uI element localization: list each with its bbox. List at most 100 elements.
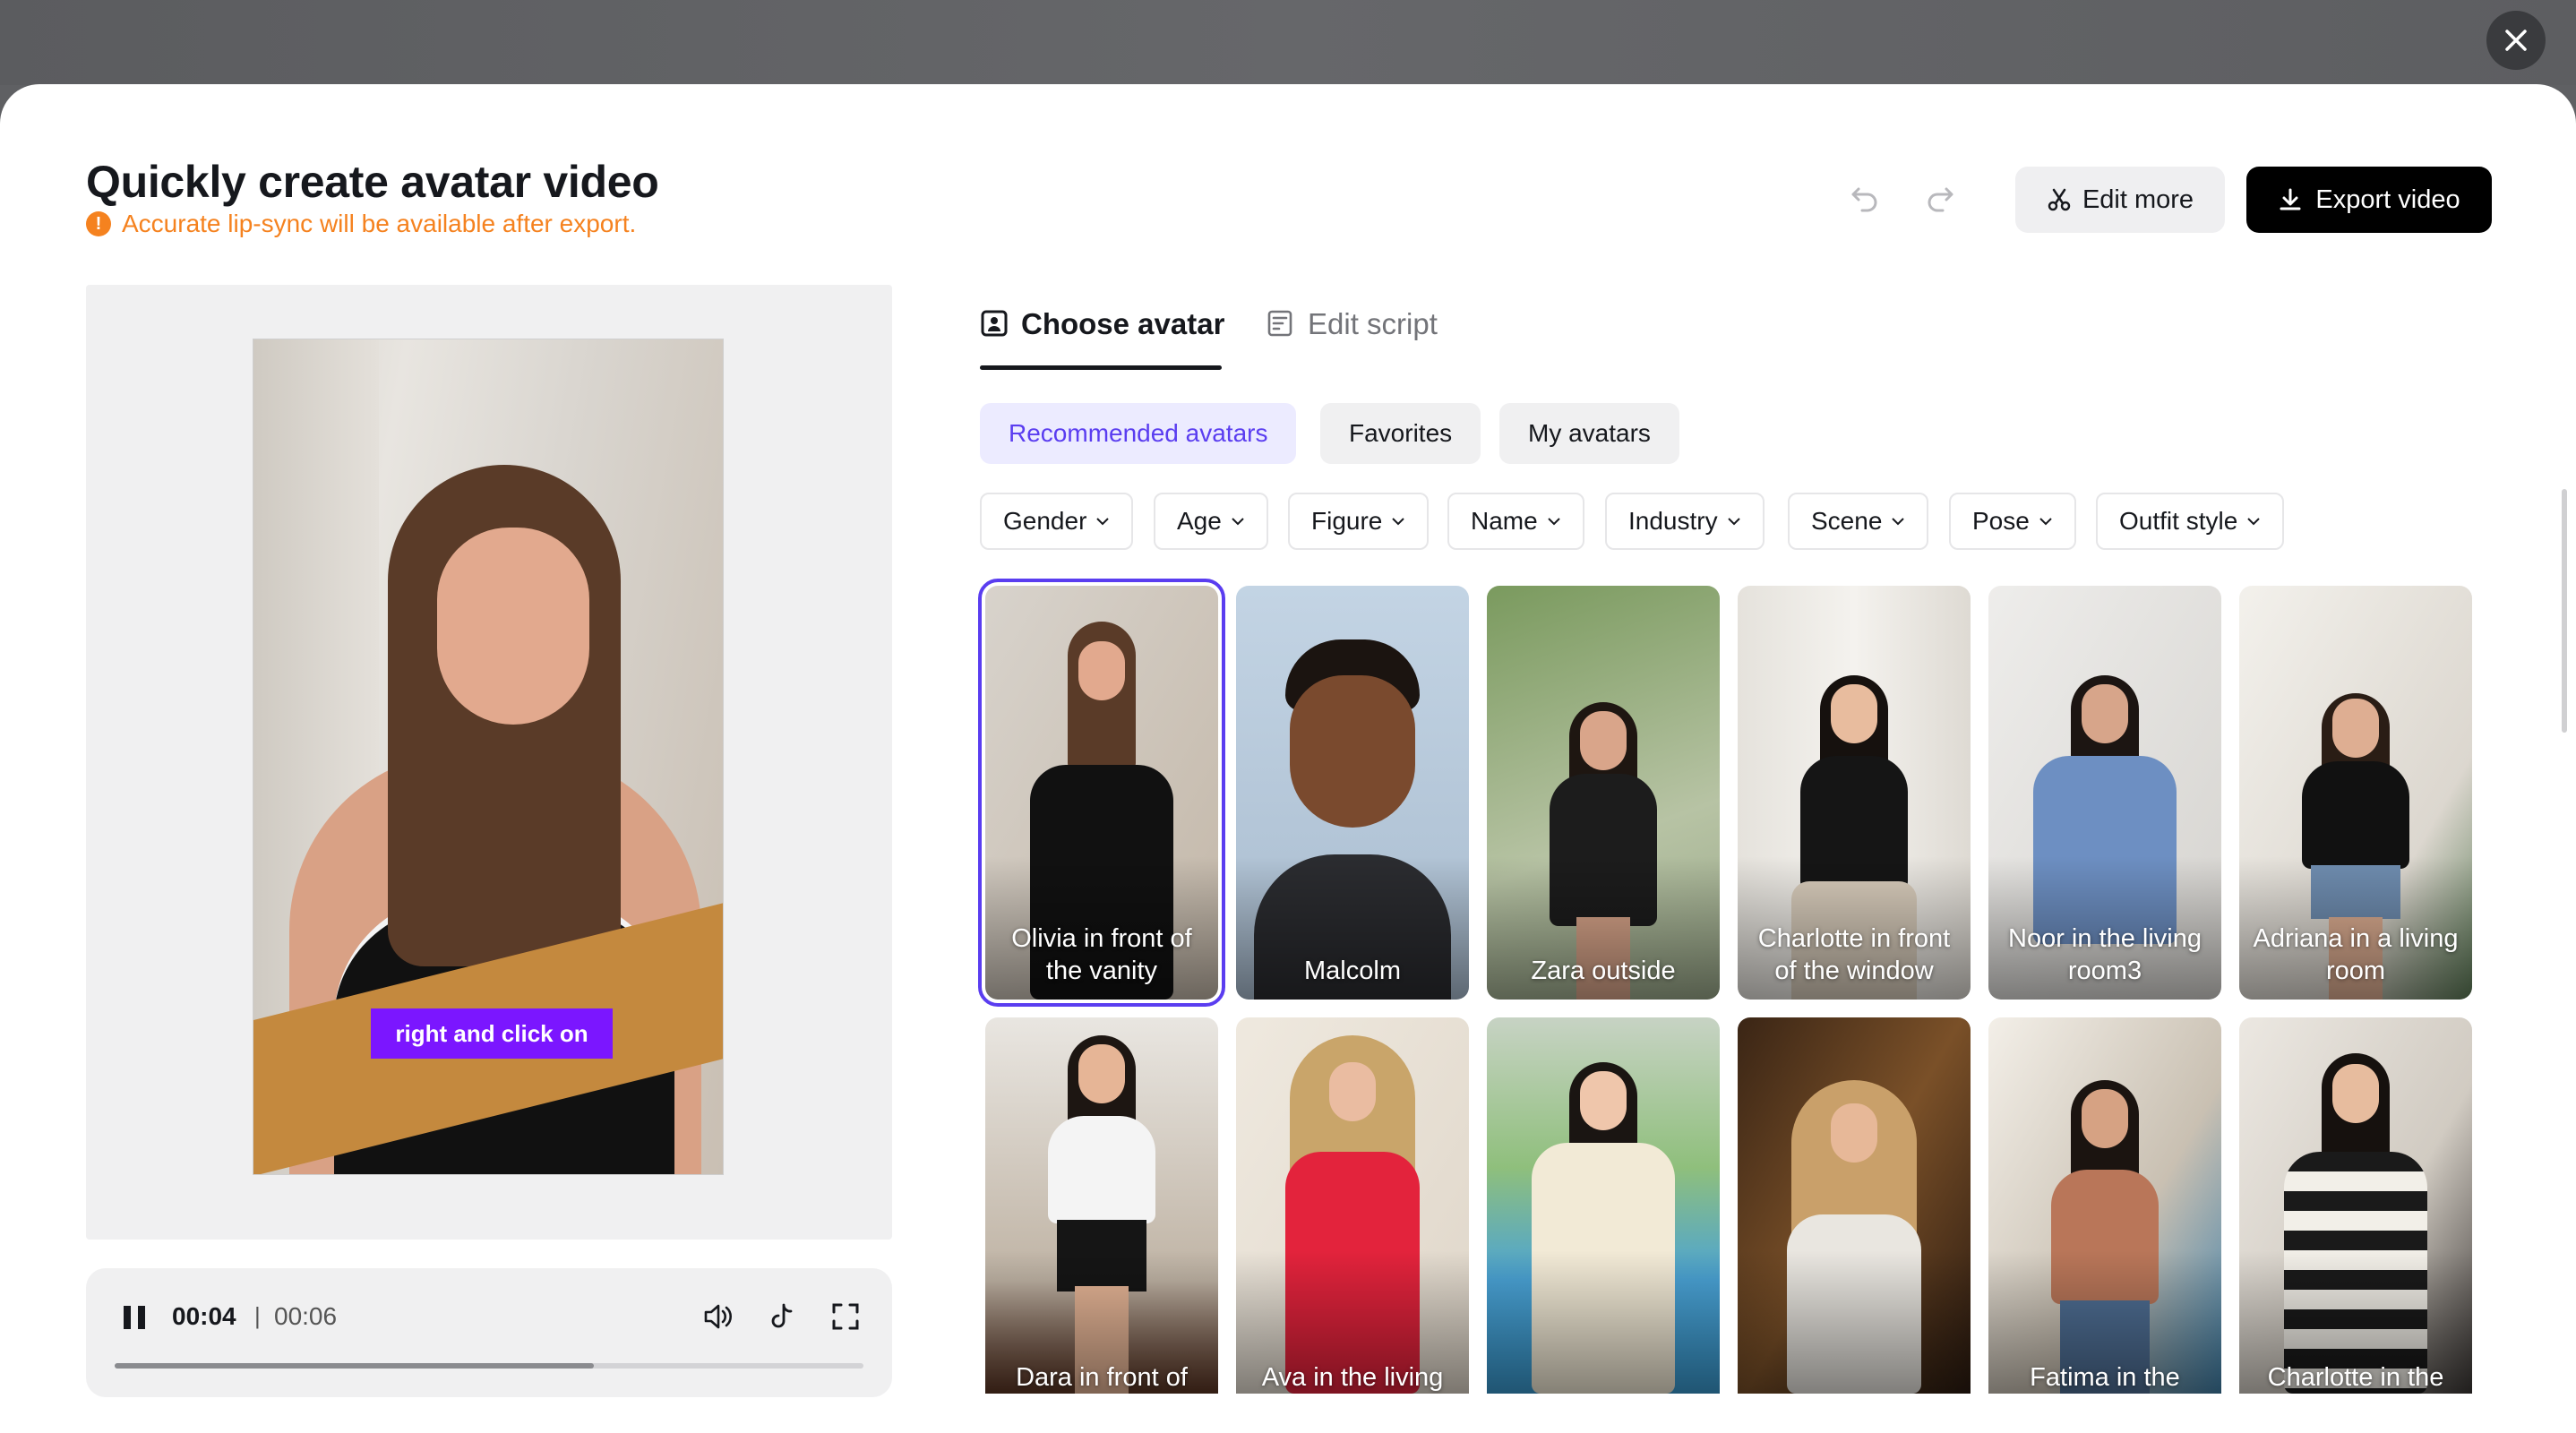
filter-label: Age xyxy=(1177,507,1222,535)
tab-choose-avatar[interactable]: Choose avatar xyxy=(980,292,1224,356)
filter-industry[interactable]: Industry xyxy=(1605,493,1765,550)
avatar-card-noor[interactable]: Noor in the living room3 xyxy=(1988,586,2221,1000)
undo-button[interactable] xyxy=(1845,177,1885,217)
avatar-card-charlotte-window[interactable]: Charlotte in front of the window xyxy=(1738,586,1971,1000)
avatar-thumb-face xyxy=(2082,1089,2128,1148)
avatar-card-label: Adriana in a living room xyxy=(2253,924,2459,985)
export-label: Export video xyxy=(2315,184,2460,214)
avatar-thumb-face xyxy=(1290,675,1415,828)
avatar-card-olivia[interactable]: Olivia in front of the vanity xyxy=(978,579,1225,1007)
avatar-thumb-face xyxy=(1831,1103,1877,1163)
card-shade xyxy=(1738,1250,1971,1394)
avatar-card-label: Olivia in front of the vanity xyxy=(1011,924,1192,985)
edit-more-button[interactable]: Edit more xyxy=(2015,167,2225,233)
avatar-card-label: Malcolm xyxy=(1304,957,1401,985)
avatar-card-pool[interactable] xyxy=(1487,1017,1720,1394)
chevron-down-icon xyxy=(1892,518,1905,526)
chevron-down-icon xyxy=(1727,518,1740,526)
redo-button[interactable] xyxy=(1920,177,1960,217)
avatar-thumb-face xyxy=(2332,1064,2379,1123)
avatar-thumb-face xyxy=(2082,684,2128,743)
progress-fill xyxy=(115,1363,595,1369)
avatar-card-label: Charlotte in front of the window xyxy=(1757,924,1951,985)
download-icon xyxy=(2280,188,2301,210)
avatar-card-label: Zara outside xyxy=(1531,957,1676,985)
time-separator: | xyxy=(254,1302,261,1329)
filter-label: Pose xyxy=(1972,507,2030,535)
tab-edit-script-label: Edit script xyxy=(1308,307,1438,340)
page-title: Quickly create avatar video xyxy=(86,157,659,207)
avatar-thumb-body xyxy=(2302,761,2409,869)
avatar-card-fatima[interactable]: Fatima in the xyxy=(1988,1017,2221,1394)
tiktok-icon xyxy=(771,1303,793,1328)
avatar-card-zara[interactable]: Zara outside xyxy=(1487,586,1720,1000)
undo-icon xyxy=(1851,187,1877,212)
filter-name[interactable]: Name xyxy=(1447,493,1584,550)
tab-choose-avatar-label: Choose avatar xyxy=(1021,307,1225,340)
avatar-card-label: Noor in the living room3 xyxy=(2008,924,2202,985)
filter-gender[interactable]: Gender xyxy=(980,493,1134,550)
avatar-thumb-face xyxy=(1078,1044,1125,1103)
progress-bar[interactable] xyxy=(115,1363,863,1369)
player-controls: 00:04 | 00:06 xyxy=(86,1268,892,1397)
filter-label: Name xyxy=(1471,507,1538,535)
avatar-thumb-face xyxy=(1329,1062,1376,1121)
avatar-thumb-face xyxy=(1580,1071,1627,1130)
subtitle-caption: right and click on xyxy=(371,1008,613,1059)
chevron-down-icon xyxy=(1232,518,1244,526)
avatar-thumb-face xyxy=(1831,684,1877,743)
category-favorites[interactable]: Favorites xyxy=(1320,403,1481,464)
category-recommended[interactable]: Recommended avatars xyxy=(980,403,1297,464)
avatar-card-dara[interactable]: Dara in front of xyxy=(985,1017,1218,1394)
avatar-thumb-face xyxy=(1580,711,1627,770)
pause-button[interactable] xyxy=(116,1299,152,1334)
chevron-down-icon xyxy=(1547,518,1560,526)
current-time: 00:04 xyxy=(172,1302,236,1330)
avatar-card-label: Dara in front of xyxy=(1016,1363,1188,1392)
fullscreen-button[interactable] xyxy=(826,1297,865,1336)
filter-scene[interactable]: Scene xyxy=(1788,493,1929,550)
category-my-avatars[interactable]: My avatars xyxy=(1499,403,1679,464)
fullscreen-icon xyxy=(832,1303,859,1330)
scissors-icon xyxy=(2048,188,2071,211)
background-page xyxy=(0,0,2576,85)
close-button[interactable] xyxy=(2486,11,2546,70)
script-icon xyxy=(1267,310,1292,337)
export-video-button[interactable]: Export video xyxy=(2246,167,2492,233)
avatar-card-ava[interactable]: Ava in the living xyxy=(1236,1017,1469,1394)
avatar-card-lounge[interactable] xyxy=(1738,1017,1971,1394)
tab-edit-script[interactable]: Edit script xyxy=(1267,292,1438,356)
pause-icon xyxy=(124,1306,145,1329)
avatar-card-label: Charlotte in the xyxy=(2267,1363,2444,1392)
filter-label: Gender xyxy=(1003,507,1087,535)
avatar-card-label: Fatima in the xyxy=(2030,1363,2180,1392)
edit-more-label: Edit more xyxy=(2082,184,2194,214)
avatar-icon xyxy=(981,310,1008,337)
avatar-video-modal: Quickly create avatar video ! Accurate l… xyxy=(0,84,2576,1433)
avatar-thumb-face xyxy=(2332,699,2379,758)
chevron-down-icon xyxy=(1096,518,1110,526)
filter-label: Outfit style xyxy=(2119,507,2238,535)
volume-button[interactable] xyxy=(699,1297,738,1336)
card-shade xyxy=(1487,1250,1720,1394)
avatar-card-charlotte-kitchen[interactable]: Charlotte in the xyxy=(2239,1017,2472,1394)
filter-figure[interactable]: Figure xyxy=(1288,493,1430,550)
filter-label: Figure xyxy=(1311,507,1383,535)
avatar-thumb-face xyxy=(1078,641,1125,700)
avatar-card-label: Ava in the living xyxy=(1261,1363,1444,1392)
avatar-card-malcolm[interactable]: Malcolm xyxy=(1236,586,1469,1000)
filter-label: Industry xyxy=(1628,507,1718,535)
filter-age[interactable]: Age xyxy=(1154,493,1268,550)
panel-scrollbar[interactable] xyxy=(2562,489,2567,733)
avatar-card-adriana[interactable]: Adriana in a living room xyxy=(2239,586,2472,1000)
total-time: 00:06 xyxy=(274,1302,338,1330)
avatar-face xyxy=(437,528,589,725)
filter-pose[interactable]: Pose xyxy=(1949,493,2076,550)
filter-outfit-style[interactable]: Outfit style xyxy=(2096,493,2285,550)
volume-icon xyxy=(704,1304,732,1329)
exclamation-icon: ! xyxy=(86,211,111,236)
chevron-down-icon xyxy=(2039,518,2052,526)
video-preview-panel: right and click on xyxy=(86,285,892,1240)
tiktok-button[interactable] xyxy=(763,1297,803,1336)
redo-icon xyxy=(1928,187,1953,212)
